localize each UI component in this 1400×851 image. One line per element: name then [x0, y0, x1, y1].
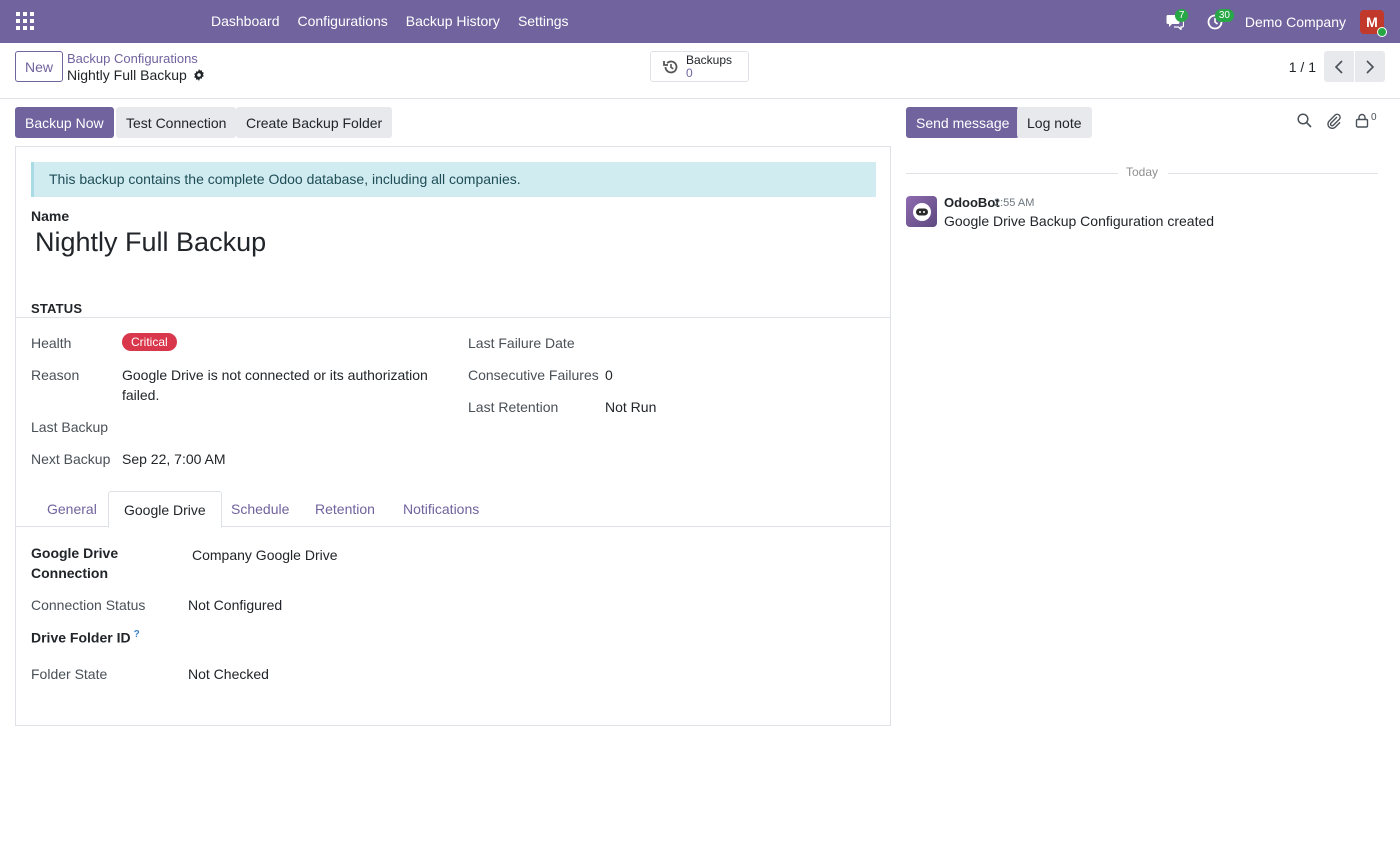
- gear-icon[interactable]: [193, 69, 205, 81]
- odoobot-avatar[interactable]: [906, 196, 937, 227]
- menu-settings[interactable]: Settings: [509, 0, 578, 43]
- tab-schedule[interactable]: Schedule: [216, 491, 304, 527]
- backups-smart-button[interactable]: Backups 0: [650, 51, 749, 82]
- section-divider: [16, 317, 890, 318]
- messages-systray[interactable]: 7: [1155, 0, 1195, 43]
- control-panel: New Backup Configurations Nightly Full B…: [0, 43, 1400, 99]
- menu-configurations[interactable]: Configurations: [289, 0, 397, 43]
- smart-button-value: 0: [686, 65, 693, 80]
- reason-label: Reason: [31, 367, 80, 383]
- user-avatar[interactable]: M: [1360, 9, 1387, 37]
- history-icon: [663, 60, 678, 73]
- new-button[interactable]: New: [15, 51, 64, 82]
- pager-next-button[interactable]: [1355, 51, 1385, 82]
- gd-connection-field[interactable]: Company Google Drive: [192, 547, 338, 563]
- next-backup-value: Sep 22, 7:00 AM: [122, 451, 226, 467]
- date-separator: Today: [906, 165, 1378, 181]
- gd-connection-label-line-2: Connection: [31, 565, 108, 581]
- reason-value-line-1: Google Drive is not connected or its aut…: [122, 367, 428, 383]
- last-backup-label: Last Backup: [31, 419, 109, 435]
- health-status-badge: Critical: [122, 333, 177, 351]
- connection-status-value: Not Configured: [188, 597, 283, 613]
- menu-dashboard[interactable]: Dashboard: [202, 0, 289, 43]
- smart-button-label: Backups: [686, 52, 733, 67]
- help-tooltip-icon[interactable]: ?: [134, 629, 140, 640]
- reason-value-line-2: failed.: [122, 387, 160, 403]
- folder-state-label: Folder State: [31, 666, 108, 682]
- form-sheet: This backup contains the complete Odoo d…: [15, 146, 891, 726]
- separator-line-right: [1168, 173, 1378, 174]
- create-backup-folder-button[interactable]: Create Backup Folder: [236, 107, 393, 138]
- search-icon[interactable]: [1297, 113, 1312, 131]
- activities-count-badge: 30: [1214, 9, 1234, 22]
- notebook-tabs: General Google Drive Schedule Retention …: [16, 491, 890, 528]
- folder-state-value: Not Checked: [188, 666, 269, 682]
- pager-previous-button[interactable]: [1324, 51, 1354, 82]
- status-section-title: STATUS: [31, 301, 83, 316]
- paperclip-icon[interactable]: [1326, 113, 1342, 132]
- breadcrumb-current: Nightly Full Backup: [67, 67, 205, 83]
- chevron-left-icon: [1334, 59, 1343, 74]
- tab-google-drive[interactable]: Google Drive: [108, 491, 222, 528]
- health-label: Health: [31, 335, 72, 351]
- pager-value[interactable]: 1 / 1: [1289, 59, 1316, 75]
- activities-systray[interactable]: 30: [1195, 0, 1235, 43]
- main-menu: Dashboard Configurations Backup History …: [202, 0, 578, 43]
- online-status-dot: [1377, 26, 1387, 37]
- separator-line-left: [906, 173, 1118, 174]
- log-note-button[interactable]: Log note: [1017, 107, 1092, 138]
- record-title: Nightly Full Backup: [67, 67, 187, 83]
- last-failure-date-label: Last Failure Date: [468, 335, 575, 351]
- last-retention-label: Last Retention: [468, 399, 559, 415]
- apps-menu-icon[interactable]: [16, 12, 34, 30]
- messages-count-badge: 7: [1174, 9, 1189, 22]
- date-separator-label: Today: [1126, 165, 1159, 179]
- name-label: Name: [31, 208, 70, 224]
- message-time: 2:55 AM: [994, 197, 1035, 209]
- message-author[interactable]: OdooBot: [944, 195, 1000, 210]
- info-alert: This backup contains the complete Odoo d…: [31, 162, 876, 197]
- last-retention-value: Not Run: [605, 399, 657, 415]
- menu-backup-history[interactable]: Backup History: [397, 0, 509, 43]
- name-field[interactable]: Nightly Full Backup: [35, 227, 266, 258]
- tab-retention[interactable]: Retention: [300, 491, 390, 527]
- tab-general[interactable]: General: [32, 491, 112, 527]
- backup-now-button[interactable]: Backup Now: [15, 107, 114, 138]
- message-body: Google Drive Backup Configuration create…: [944, 213, 1215, 229]
- consecutive-failures-value: 0: [605, 367, 613, 383]
- followers-lock-icon[interactable]: [1355, 113, 1369, 131]
- breadcrumb-parent[interactable]: Backup Configurations: [67, 51, 198, 66]
- chevron-right-icon: [1366, 59, 1375, 74]
- pager: 1 / 1: [1289, 51, 1385, 82]
- test-connection-button[interactable]: Test Connection: [116, 107, 237, 138]
- drive-folder-id-label: Drive Folder ID?: [31, 629, 140, 646]
- connection-status-label: Connection Status: [31, 597, 146, 613]
- top-navbar: Dashboard Configurations Backup History …: [0, 0, 1400, 43]
- followers-count: 0: [1371, 112, 1377, 123]
- robot-icon: [912, 202, 931, 221]
- next-backup-label: Next Backup: [31, 451, 111, 467]
- consecutive-failures-label: Consecutive Failures: [468, 367, 599, 383]
- company-switcher[interactable]: Demo Company: [1245, 14, 1346, 30]
- tab-notifications[interactable]: Notifications: [388, 491, 494, 527]
- gd-connection-label-line-1: Google Drive: [31, 545, 119, 561]
- send-message-button[interactable]: Send message: [906, 107, 1020, 138]
